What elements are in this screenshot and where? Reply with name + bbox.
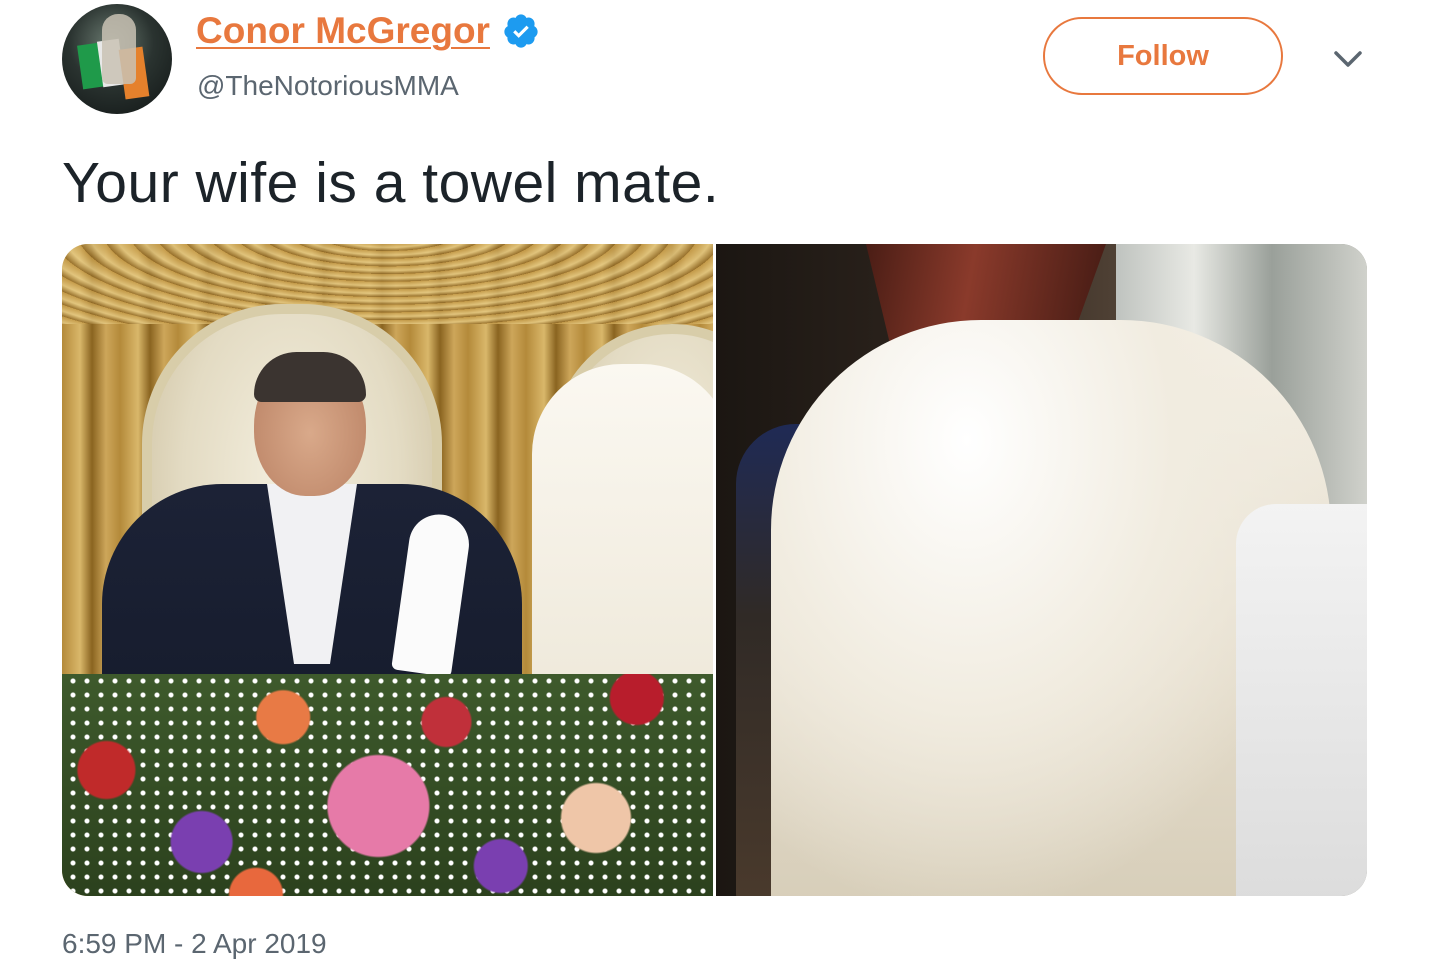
man-white-shirt — [1236, 504, 1367, 896]
gold-drapes — [62, 244, 713, 324]
verified-badge-icon — [504, 14, 538, 48]
author-handle[interactable]: @TheNotoriousMMA — [197, 70, 459, 102]
author-avatar[interactable] — [62, 4, 172, 114]
tweet-media — [62, 244, 1367, 896]
tweet-card: Conor McGregor @TheNotoriousMMA Follow Y… — [0, 0, 1439, 960]
tweet-text: Your wife is a towel mate. — [62, 151, 720, 215]
media-photo-bride[interactable] — [716, 244, 1367, 896]
tweet-timestamp[interactable]: 6:59 PM - 2 Apr 2019 — [62, 928, 327, 960]
flower-arrangement — [62, 674, 713, 896]
author-name-row: Conor McGregor — [196, 10, 540, 52]
avatar-figure — [102, 14, 136, 84]
follow-button[interactable]: Follow — [1043, 17, 1283, 95]
chevron-down-icon[interactable] — [1330, 44, 1366, 74]
author-name[interactable]: Conor McGregor — [196, 10, 490, 52]
media-photo-groom[interactable] — [62, 244, 713, 896]
